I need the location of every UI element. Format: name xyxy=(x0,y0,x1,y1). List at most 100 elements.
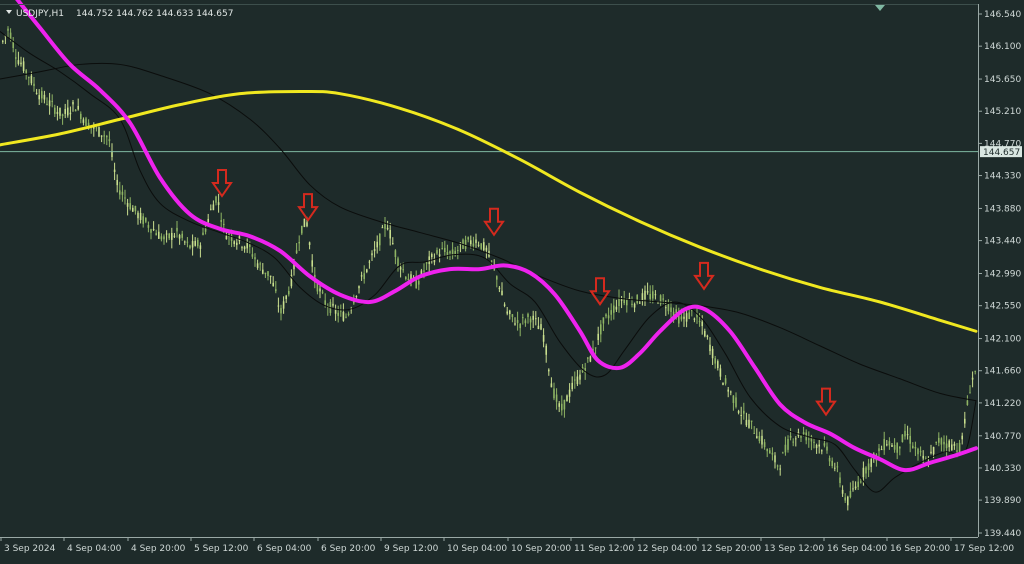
symbol-label[interactable]: USDJPY,H1 xyxy=(16,9,64,19)
candle-body xyxy=(472,243,475,247)
candle-body xyxy=(945,443,948,449)
candle-body xyxy=(121,191,124,195)
candle-body xyxy=(254,257,256,260)
candle-body xyxy=(360,275,363,277)
candle-body xyxy=(243,246,246,250)
candle-body xyxy=(405,277,407,279)
candle-body xyxy=(303,218,306,227)
candle-body xyxy=(9,32,12,40)
price-chart[interactable]: 146.540146.100145.650145.210144.770144.3… xyxy=(0,0,1024,559)
candle-body xyxy=(823,443,826,446)
candle-body xyxy=(940,438,943,445)
y-tick-label: 140.330 xyxy=(984,464,1021,474)
candle-body xyxy=(808,438,810,440)
candle-body xyxy=(139,212,142,220)
candle-body xyxy=(519,323,521,329)
candle-body xyxy=(576,376,579,385)
candle-body xyxy=(613,305,615,313)
candle-body xyxy=(841,489,844,494)
candle-body xyxy=(550,383,553,388)
x-tick-label: 13 Sep 12:00 xyxy=(764,544,824,554)
candle-body xyxy=(324,300,326,305)
candle-body xyxy=(587,357,589,359)
candle-body xyxy=(745,419,748,426)
candle-body xyxy=(906,434,909,436)
candle-body xyxy=(956,450,958,452)
candle-body xyxy=(431,254,433,257)
candle-body xyxy=(761,435,763,445)
candle-body xyxy=(639,302,641,304)
candle-body xyxy=(594,347,597,349)
candle-body xyxy=(498,287,501,290)
candle-body xyxy=(295,250,298,254)
candle-body xyxy=(103,135,105,137)
candle-body xyxy=(821,450,823,452)
candle-body xyxy=(441,248,443,250)
x-tick-label: 6 Sep 20:00 xyxy=(321,544,376,554)
candle-body xyxy=(7,28,9,31)
candle-body xyxy=(800,436,802,438)
candle-body xyxy=(633,303,636,308)
candle-body xyxy=(854,486,857,489)
x-tick-label: 17 Sep 12:00 xyxy=(954,544,1014,554)
candle-body xyxy=(194,240,196,246)
candle-body xyxy=(542,335,545,342)
candle-body xyxy=(288,290,290,295)
candle-body xyxy=(379,233,381,246)
candle-body xyxy=(509,310,511,315)
candle-body xyxy=(80,113,82,120)
candle-body xyxy=(756,436,758,439)
candle-body xyxy=(285,295,287,299)
candle-body xyxy=(774,455,776,463)
candle-body xyxy=(150,229,152,233)
candle-body xyxy=(930,451,932,454)
candle-body xyxy=(870,459,872,467)
candle-body xyxy=(38,95,40,100)
candle-body xyxy=(168,233,170,239)
chart-area[interactable]: 146.540 146.100 145.650 145.210 144.770 144.3… xyxy=(0,0,1024,559)
candle-body xyxy=(277,305,280,307)
candle-body xyxy=(789,435,792,438)
candle-body xyxy=(425,262,428,264)
y-tick-label: 143.880 xyxy=(984,204,1021,214)
candle-body xyxy=(449,251,451,254)
candle-body xyxy=(901,434,904,443)
x-tick-label: 9 Sep 12:00 xyxy=(384,544,439,554)
candle-body xyxy=(470,240,472,245)
candle-body xyxy=(706,335,709,338)
candle-body xyxy=(119,190,121,195)
candle-body xyxy=(553,388,555,399)
candle-body xyxy=(82,119,85,123)
candle-body xyxy=(600,324,602,335)
candle-body xyxy=(241,247,243,249)
candle-body xyxy=(802,432,805,435)
candle-body xyxy=(964,418,966,424)
candle-body xyxy=(769,450,771,454)
candle-body xyxy=(184,241,186,243)
candle-body xyxy=(106,135,108,138)
candle-body xyxy=(345,316,347,318)
x-tick-label: 5 Sep 12:00 xyxy=(194,544,249,554)
candle-body xyxy=(740,414,742,416)
candle-body xyxy=(251,254,254,257)
candle-body xyxy=(698,321,701,323)
candle-body xyxy=(932,447,935,455)
candle-body xyxy=(280,308,282,314)
x-tick-label: 4 Sep 04:00 xyxy=(67,544,122,554)
candle-body xyxy=(217,202,220,206)
candle-body xyxy=(880,449,883,451)
candle-body xyxy=(267,271,269,276)
candle-body xyxy=(514,323,516,325)
candle-body xyxy=(657,302,659,304)
candle-body xyxy=(225,235,228,240)
x-tick-label: 4 Sep 20:00 xyxy=(131,544,186,554)
candle-body xyxy=(730,391,732,393)
candle-body xyxy=(220,220,222,222)
candle-body xyxy=(722,382,724,385)
candle-body xyxy=(171,232,173,240)
candle-body xyxy=(506,311,508,314)
candle-body xyxy=(857,481,859,488)
candle-body xyxy=(181,233,183,238)
y-tick-label: 145.210 xyxy=(984,107,1021,117)
candle-body xyxy=(849,491,852,498)
